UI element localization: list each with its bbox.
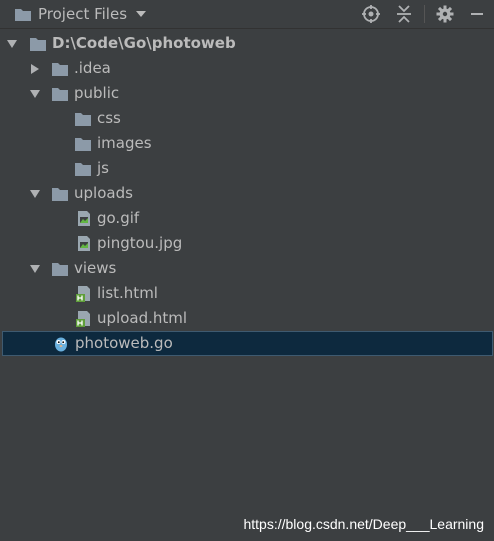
- tree-item-label: uploads: [74, 184, 133, 202]
- panel-title: Project Files: [38, 5, 128, 23]
- expand-arrow-icon[interactable]: [29, 88, 41, 100]
- watermark: https://blog.csdn.net/Deep___Learning: [243, 516, 484, 532]
- tree-item-label: list.html: [97, 284, 158, 302]
- tree-item-label: pingtou.jpg: [97, 234, 183, 252]
- expand-arrow-icon[interactable]: [29, 263, 41, 275]
- tree-row-root[interactable]: D:\Code\Go\photoweb: [0, 31, 494, 56]
- tree-row-css[interactable]: css: [0, 106, 494, 131]
- image-file-icon: [78, 236, 90, 251]
- folder-icon: [52, 188, 68, 201]
- folder-icon: [30, 38, 46, 51]
- tree-item-label: D:\Code\Go\photoweb: [52, 34, 236, 52]
- tree-item-label: .idea: [74, 59, 111, 77]
- locate-icon[interactable]: [361, 4, 381, 24]
- dropdown-caret-icon[interactable]: [135, 10, 147, 18]
- folder-icon: [75, 163, 91, 176]
- tree-row-upload-html[interactable]: upload.html: [0, 306, 494, 331]
- folder-icon: [75, 113, 91, 126]
- tree-item-label: upload.html: [97, 309, 188, 327]
- tree-item-label: images: [97, 134, 152, 152]
- folder-icon: [75, 138, 91, 151]
- collapse-all-icon[interactable]: [394, 4, 414, 24]
- tree-row-public[interactable]: public: [0, 81, 494, 106]
- tree-item-label: js: [97, 159, 109, 177]
- minimize-icon[interactable]: [467, 4, 487, 24]
- tree-row-views[interactable]: views: [0, 256, 494, 281]
- tree-item-label: public: [74, 84, 120, 102]
- tree-item-label: css: [97, 109, 121, 127]
- view-selector[interactable]: Project Files: [14, 4, 147, 24]
- expand-arrow-icon[interactable]: [6, 38, 18, 50]
- panel-header: Project Files: [0, 0, 494, 29]
- collapsed-arrow-icon[interactable]: [29, 63, 41, 75]
- folder-icon: [15, 8, 31, 21]
- toolbar-divider: [424, 5, 425, 23]
- expand-arrow-icon[interactable]: [29, 188, 41, 200]
- html-file-icon: [76, 286, 90, 302]
- tree-row-list-html[interactable]: list.html: [0, 281, 494, 306]
- image-file-icon: [78, 211, 90, 226]
- tree-row-go-gif[interactable]: go.gif: [0, 206, 494, 231]
- folder-icon: [52, 88, 68, 101]
- tree-row-js[interactable]: js: [0, 156, 494, 181]
- gear-icon[interactable]: [435, 4, 455, 24]
- tree-item-label: go.gif: [97, 209, 140, 227]
- tree-row-idea[interactable]: .idea: [0, 56, 494, 81]
- go-gopher-icon: [55, 337, 67, 352]
- folder-icon: [52, 63, 68, 76]
- tree-row-images[interactable]: images: [0, 131, 494, 156]
- folder-icon: [52, 263, 68, 276]
- tree-row-uploads[interactable]: uploads: [0, 181, 494, 206]
- tree-row-photoweb-go[interactable]: photoweb.go: [2, 331, 493, 356]
- tree-row-pingtou-jpg[interactable]: pingtou.jpg: [0, 231, 494, 256]
- tree-item-label: photoweb.go: [75, 334, 173, 352]
- tree-item-label: views: [74, 259, 117, 277]
- html-file-icon: [76, 311, 90, 327]
